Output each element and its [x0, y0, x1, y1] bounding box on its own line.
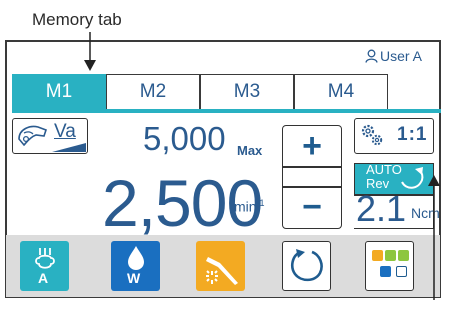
gears-icon: [361, 124, 383, 146]
memory-tab-callout: Memory tab: [32, 10, 122, 29]
light-mini-icon: [372, 250, 383, 261]
torque-value: 2.1: [356, 188, 407, 229]
timer-mini-icon: [385, 250, 396, 261]
torque-unit: Ncm: [411, 205, 440, 221]
water-label: W: [127, 270, 141, 286]
user-indicator[interactable]: User A: [365, 48, 422, 64]
tab-m4[interactable]: M4: [294, 74, 388, 110]
speed-unit: min-1: [234, 198, 265, 215]
increase-button[interactable]: +: [282, 125, 342, 167]
tab-m3[interactable]: M3: [200, 74, 294, 110]
hand-mini-icon: [398, 250, 409, 261]
ramp-icon: [52, 143, 86, 152]
max-speed-value: 5,000: [143, 120, 226, 157]
tab-m2[interactable]: M2: [106, 74, 200, 110]
rotation-icon: [290, 249, 323, 282]
air-label: A: [38, 270, 49, 286]
auto-reverse-label: AUTO: [366, 162, 402, 177]
arrow-mini-icon: [396, 266, 407, 277]
ab-mini-icon: [380, 266, 391, 277]
decrease-button[interactable]: −: [282, 186, 342, 228]
user-label: User A: [380, 48, 423, 64]
user-icon: [365, 49, 378, 63]
tab-underline: [12, 109, 441, 113]
handpiece-icon: [18, 125, 48, 147]
water-drop-icon: [128, 246, 144, 270]
max-speed-label: Max: [237, 143, 263, 158]
motor-mode-label: Va: [54, 121, 76, 142]
gear-ratio-value: 1:1: [397, 124, 428, 145]
handpiece-light-icon: [206, 257, 238, 285]
tab-m1[interactable]: M1: [12, 74, 106, 110]
air-icon: [35, 248, 55, 269]
